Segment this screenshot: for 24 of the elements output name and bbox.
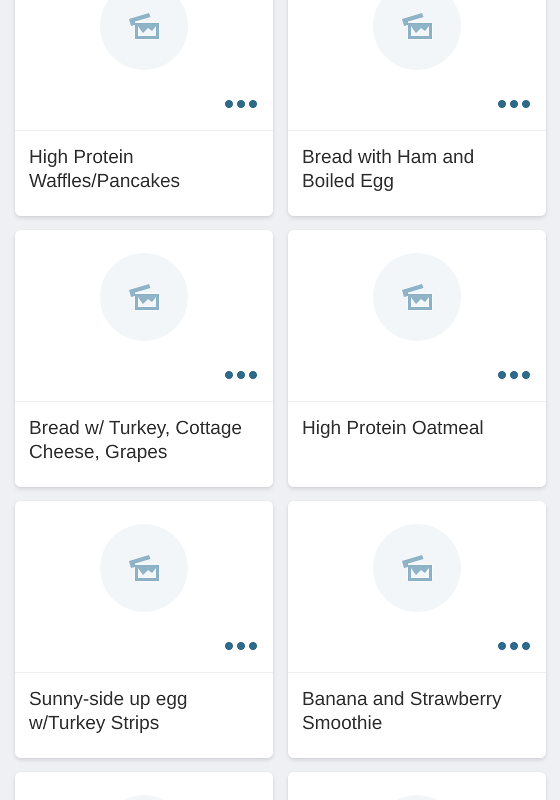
recipe-title: Bread with Ham and Boiled Egg <box>302 146 476 194</box>
photo-icon <box>400 553 434 583</box>
recipe-title: High Protein Oatmeal <box>302 417 485 441</box>
photo-icon <box>400 11 434 41</box>
recipe-title: Bread w/ Turkey, Cottage Cheese, Grapes <box>29 417 243 465</box>
more-button[interactable] <box>496 640 532 652</box>
recipe-card[interactable]: High Protein Waffles/Pancakes <box>15 0 273 216</box>
more-button[interactable] <box>223 640 259 652</box>
photo-icon <box>400 282 434 312</box>
recipe-card[interactable]: Bread with Ham and Boiled Egg <box>288 0 546 216</box>
recipe-card[interactable]: Sunny-side up egg w/Turkey Strips <box>15 501 273 758</box>
recipe-title: Sunny-side up egg w/Turkey Strips <box>29 688 188 736</box>
more-button[interactable] <box>496 369 532 381</box>
photo-icon <box>127 11 161 41</box>
recipe-card[interactable]: Bread w/ Turkey, Cottage Cheese, Grapes <box>15 230 273 487</box>
recipe-card[interactable]: High Protein Oatmeal <box>288 230 546 487</box>
recipe-title: Banana and Strawberry Smoothie <box>302 688 503 736</box>
more-button[interactable] <box>223 369 259 381</box>
more-button[interactable] <box>223 98 259 110</box>
photo-icon <box>127 282 161 312</box>
recipe-title: High Protein Waffles/Pancakes <box>29 146 182 194</box>
recipe-card[interactable]: Banana and Strawberry Smoothie <box>288 501 546 758</box>
photo-icon <box>127 553 161 583</box>
more-button[interactable] <box>496 98 532 110</box>
